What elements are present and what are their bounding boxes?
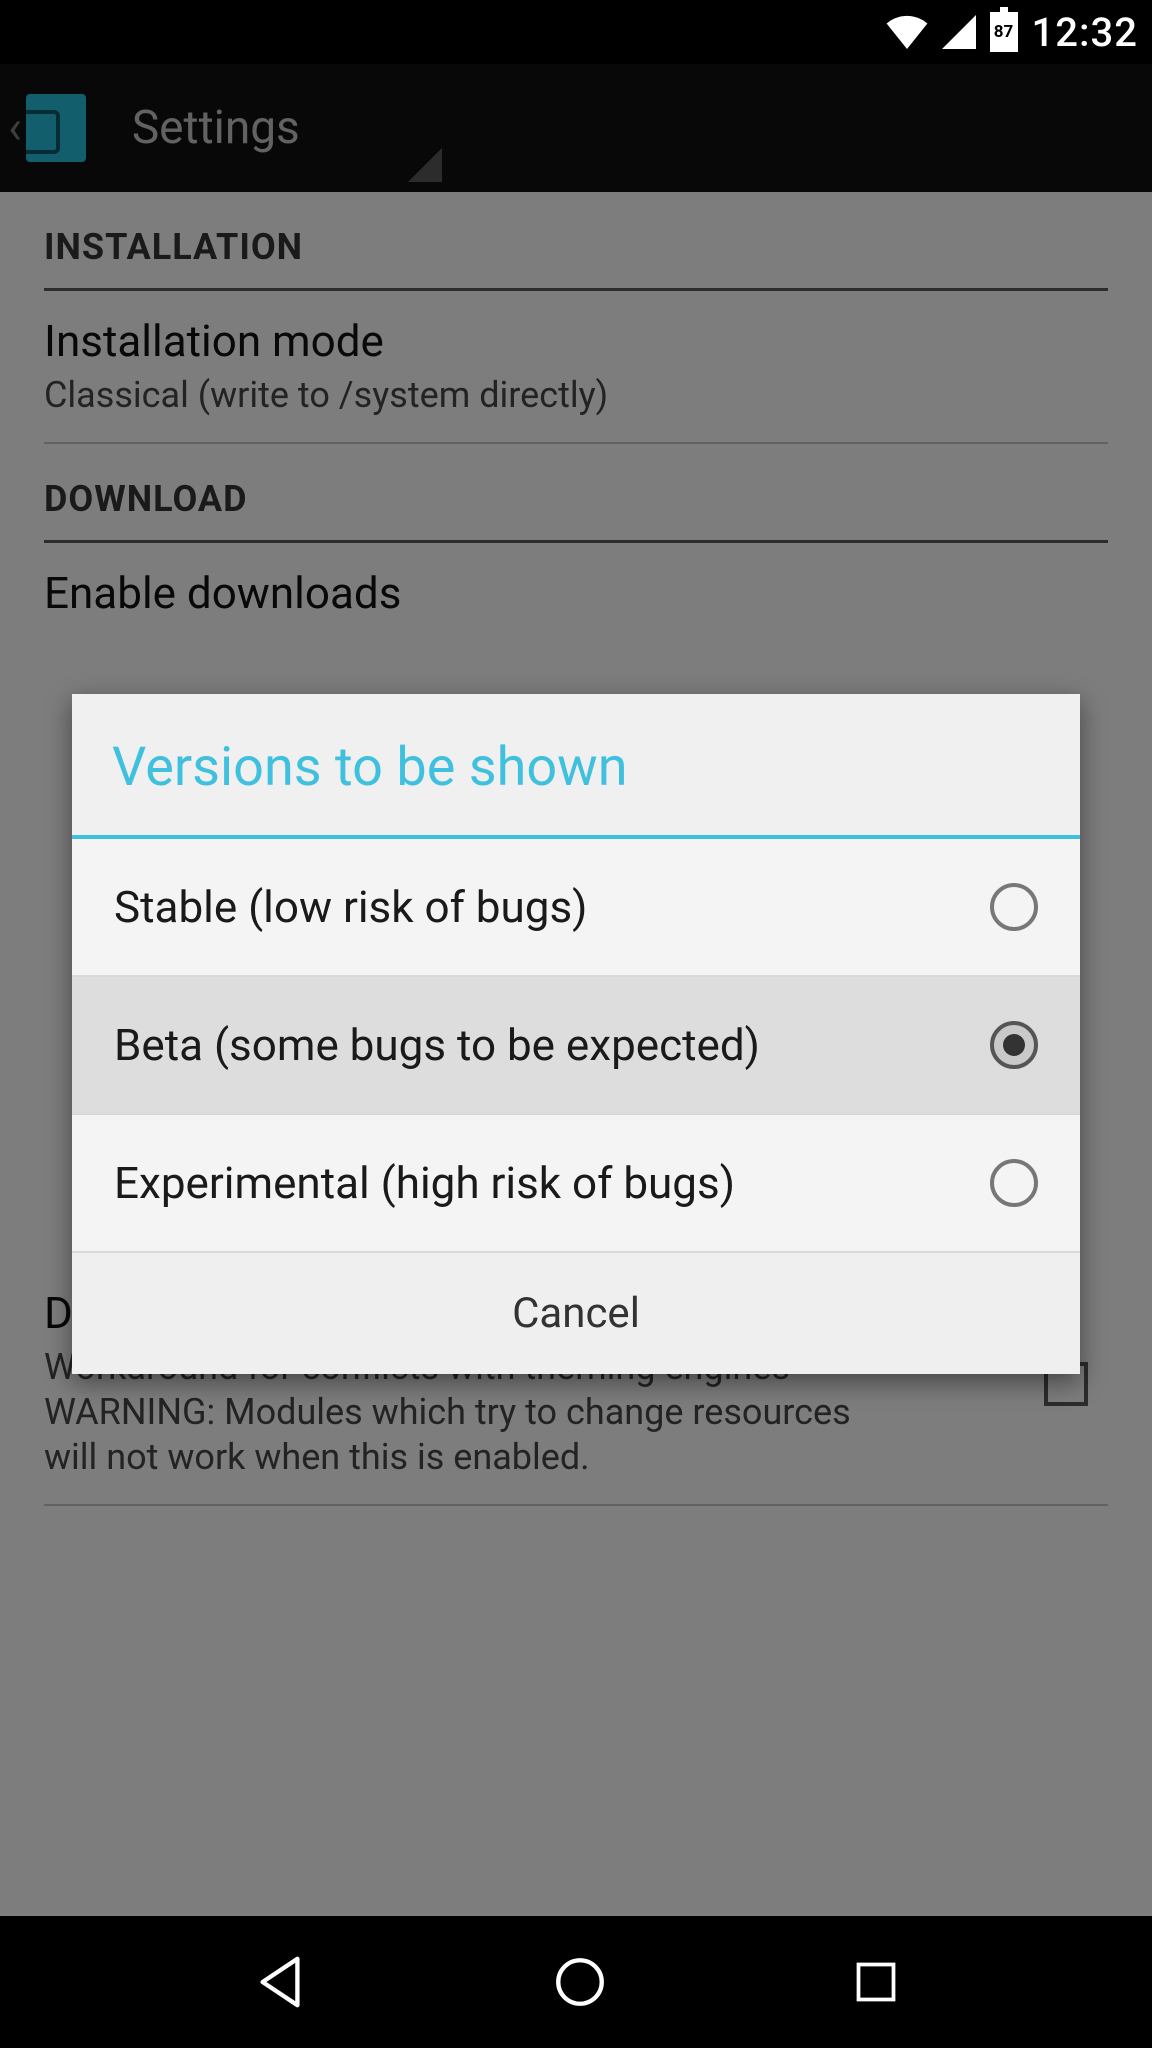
option-label: Beta (some bugs to be expected) — [114, 1019, 760, 1071]
radio-icon — [990, 1021, 1038, 1069]
navigation-bar — [0, 1916, 1152, 2048]
option-stable[interactable]: Stable (low risk of bugs) — [72, 839, 1080, 977]
nav-home-icon[interactable] — [551, 1953, 609, 2011]
cellular-signal-icon — [942, 15, 976, 49]
battery-icon: 87 — [990, 12, 1018, 52]
clock: 12:32 — [1032, 9, 1138, 56]
option-experimental[interactable]: Experimental (high risk of bugs) — [72, 1115, 1080, 1253]
versions-dialog: Versions to be shown Stable (low risk of… — [72, 694, 1080, 1374]
nav-back-icon[interactable] — [251, 1953, 309, 2011]
battery-level: 87 — [994, 22, 1014, 42]
option-beta[interactable]: Beta (some bugs to be expected) — [72, 977, 1080, 1115]
radio-icon — [990, 883, 1038, 931]
option-label: Stable (low risk of bugs) — [114, 881, 587, 933]
app-content: ‹ Settings INSTALLATION Installation mod… — [0, 64, 1152, 1916]
option-label: Experimental (high risk of bugs) — [114, 1157, 735, 1209]
cancel-button[interactable]: Cancel — [72, 1253, 1080, 1374]
dialog-title: Versions to be shown — [72, 694, 1080, 839]
nav-recent-icon[interactable] — [851, 1957, 901, 2007]
status-bar: 87 12:32 — [0, 0, 1152, 64]
radio-icon — [990, 1159, 1038, 1207]
wifi-icon — [886, 15, 928, 49]
